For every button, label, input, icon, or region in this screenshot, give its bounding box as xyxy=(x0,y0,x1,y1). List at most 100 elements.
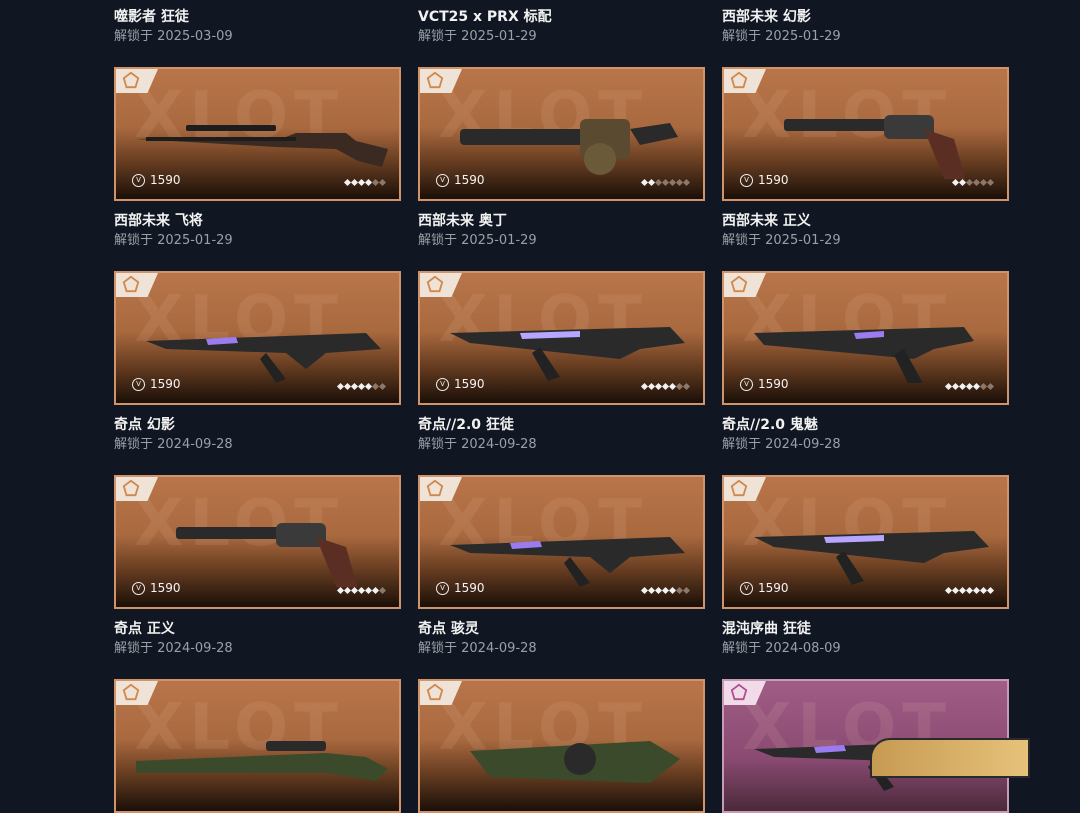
upgrade-level-indicator xyxy=(336,586,387,595)
price-amount: 1590 xyxy=(150,377,181,391)
valorant-points-icon: V xyxy=(132,173,145,187)
skin-name: 奇点 正义 xyxy=(114,621,175,637)
pentagon-tier-icon xyxy=(730,71,748,89)
revolver-icon xyxy=(176,523,358,587)
price-amount: 1590 xyxy=(758,581,789,595)
price-tag: V 1590 xyxy=(436,377,485,391)
valorant-points-icon: V xyxy=(436,377,449,391)
weapon-skin-card[interactable]: XLOT V 1590 xyxy=(114,475,401,609)
price-tag: V 1590 xyxy=(132,173,181,187)
pentagon-tier-icon xyxy=(122,683,140,701)
weapon-skin-card[interactable]: XLOT V 1590 xyxy=(114,67,401,201)
skin-name: VCT25 x PRX 标配 xyxy=(418,9,552,25)
skin-name: 奇点 骇灵 xyxy=(418,621,479,637)
upgrade-level-dot xyxy=(682,586,691,595)
price-tag: V 1590 xyxy=(740,581,789,595)
pistol-icon xyxy=(754,327,974,383)
pentagon-tier-icon xyxy=(730,275,748,293)
upgrade-level-dot xyxy=(378,586,387,595)
price-amount: 1590 xyxy=(150,173,181,187)
weapon-skin-card[interactable]: XLOT xyxy=(418,679,705,813)
valorant-points-icon: V xyxy=(132,377,145,391)
upgrade-level-indicator xyxy=(336,382,387,391)
skin-name: 奇点//2.0 鬼魅 xyxy=(722,417,818,433)
weapon-skin-card[interactable]: XLOT xyxy=(114,679,401,813)
price-tag: V 1590 xyxy=(436,173,485,187)
price-tag: V 1590 xyxy=(436,581,485,595)
upgrade-level-dot xyxy=(682,382,691,391)
weapon-skin-card[interactable]: XLOT V 1590 xyxy=(722,475,1009,609)
price-tag: V 1590 xyxy=(132,581,181,595)
price-tag: V 1590 xyxy=(132,377,181,391)
pentagon-tier-icon xyxy=(122,71,140,89)
weapon-skin-card[interactable]: XLOT V 1590 xyxy=(418,67,705,201)
upgrade-level-dot xyxy=(986,178,995,187)
upgrade-level-indicator xyxy=(944,382,995,391)
unlock-date: 解锁于 2025-01-29 xyxy=(114,233,233,248)
upgrade-level-indicator xyxy=(640,178,691,187)
weapon-skin-card[interactable]: XLOT V 1590 xyxy=(722,67,1009,201)
skin-name: 西部未来 幻影 xyxy=(722,9,811,25)
claim-button[interactable] xyxy=(870,738,1030,778)
weapon-skin-card[interactable]: XLOT V 1590 xyxy=(722,271,1009,405)
valorant-points-icon: V xyxy=(740,581,753,595)
price-tag: V 1590 xyxy=(740,173,789,187)
skin-name: 奇点 幻影 xyxy=(114,417,175,433)
upgrade-level-indicator xyxy=(944,586,995,595)
weapon-skin-card[interactable]: XLOT V 1590 xyxy=(418,475,705,609)
weapon-skin-card[interactable]: XLOT V 1590 xyxy=(418,271,705,405)
unlock-date: 解锁于 2024-09-28 xyxy=(418,437,537,452)
skin-name: 西部未来 奥丁 xyxy=(418,213,507,229)
smg-icon xyxy=(450,327,685,381)
rifle-icon xyxy=(146,333,381,383)
skin-name: 西部未来 飞将 xyxy=(114,213,203,229)
weapon-skin-card[interactable]: XLOT V 1590 xyxy=(114,271,401,405)
pentagon-tier-icon xyxy=(426,479,444,497)
unlock-date: 解锁于 2024-09-28 xyxy=(114,641,233,656)
price-amount: 1590 xyxy=(454,173,485,187)
price-amount: 1590 xyxy=(758,377,789,391)
valorant-points-icon: V xyxy=(740,173,753,187)
upgrade-level-dot xyxy=(378,178,387,187)
unlock-date: 解锁于 2025-01-29 xyxy=(722,233,841,248)
unlock-date: 解锁于 2025-03-09 xyxy=(114,29,233,44)
upgrade-level-indicator xyxy=(640,586,691,595)
price-amount: 1590 xyxy=(758,173,789,187)
pentagon-tier-icon xyxy=(730,683,748,701)
pentagon-tier-icon xyxy=(426,683,444,701)
pentagon-tier-icon xyxy=(730,479,748,497)
skin-name: 西部未来 正义 xyxy=(722,213,811,229)
skin-name: 混沌序曲 狂徒 xyxy=(722,621,811,637)
shotgun-icon xyxy=(470,741,680,783)
rifle-icon xyxy=(450,537,685,587)
pentagon-tier-icon xyxy=(426,275,444,293)
unlock-date: 解锁于 2025-01-29 xyxy=(418,233,537,248)
upgrade-level-indicator xyxy=(640,382,691,391)
upgrade-level-indicator xyxy=(951,178,995,187)
unlock-date: 解锁于 2024-08-09 xyxy=(722,641,841,656)
unlock-date: 解锁于 2024-09-28 xyxy=(722,437,841,452)
pentagon-tier-icon xyxy=(122,479,140,497)
unlock-date: 解锁于 2024-09-28 xyxy=(114,437,233,452)
upgrade-level-dot xyxy=(682,178,691,187)
pentagon-tier-icon xyxy=(122,275,140,293)
price-amount: 1590 xyxy=(150,581,181,595)
sniper-rifle-icon xyxy=(136,741,388,781)
upgrade-level-dot xyxy=(986,382,995,391)
upgrade-level-dot xyxy=(986,586,995,595)
upgrade-level-dot xyxy=(378,382,387,391)
valorant-points-icon: V xyxy=(436,581,449,595)
unlock-date: 解锁于 2025-01-29 xyxy=(418,29,537,44)
upgrade-level-indicator xyxy=(343,178,387,187)
valorant-points-icon: V xyxy=(132,581,145,595)
skin-name: 噬影者 狂徒 xyxy=(114,9,189,25)
skin-name: 奇点//2.0 狂徒 xyxy=(418,417,514,433)
pentagon-tier-icon xyxy=(426,71,444,89)
price-amount: 1590 xyxy=(454,377,485,391)
smg-icon xyxy=(754,531,989,585)
unlock-date: 解锁于 2025-01-29 xyxy=(722,29,841,44)
valorant-points-icon: V xyxy=(740,377,753,391)
lever-rifle-icon xyxy=(136,125,388,167)
revolver-icon xyxy=(784,115,966,179)
gatling-gun-icon xyxy=(460,119,678,175)
